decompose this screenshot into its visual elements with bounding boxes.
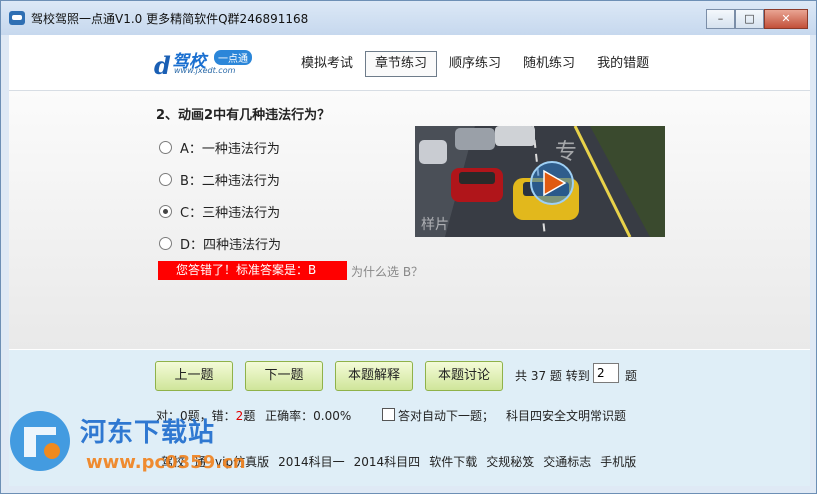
window-title: 驾校驾照一点通V1.0 更多精简软件Q群246891168 (31, 12, 309, 26)
jxedt-logo: d 驾校 一点通 www.jxedt.com (154, 47, 276, 80)
maximize-button[interactable]: □ (735, 9, 764, 29)
logo-url: www.jxedt.com (174, 66, 236, 75)
auto-next-checkbox[interactable] (382, 408, 395, 421)
option-c-radio[interactable] (159, 205, 172, 218)
explain-button[interactable]: 本题解释 (335, 361, 413, 391)
tab-my-mistakes[interactable]: 我的错题 (587, 51, 659, 77)
option-a-label: A：一种违法行为 (180, 142, 280, 157)
tab-random-practice[interactable]: 随机练习 (513, 51, 585, 77)
title-bar[interactable]: 驾校驾照一点通V1.0 更多精简软件Q群246891168 – □ ✕ (1, 1, 816, 35)
question-text: 2、动画2中有几种违法行为？ (156, 108, 331, 123)
total-label: 共 37 题 转到 (515, 369, 590, 383)
watermark-url: www.pc0359.cn (86, 452, 246, 473)
question-panel: 2、动画2中有几种违法行为？ A：一种违法行为 B：二种违法行为 C：三种违法行… (9, 91, 810, 349)
link-traffic-signs[interactable]: 交通标志 (543, 453, 591, 470)
auto-next-label[interactable]: 答对自动下一题； (398, 407, 494, 424)
option-a-radio[interactable] (159, 141, 172, 154)
close-button[interactable]: ✕ (764, 9, 808, 29)
car-icon (9, 11, 25, 25)
discuss-button[interactable]: 本题讨论 (425, 361, 503, 391)
option-c-label: C：三种违法行为 (180, 206, 281, 221)
animation-video[interactable]: 专 样片 (415, 126, 665, 237)
link-software-download[interactable]: 软件下载 (429, 453, 477, 470)
link-2014-subject-1[interactable]: 2014科目一 (278, 453, 345, 470)
option-d[interactable]: D：四种违法行为 (159, 234, 281, 253)
option-c[interactable]: C：三种违法行为 (159, 202, 280, 221)
video-caption: 样片 (421, 217, 449, 233)
option-b-label: B：二种违法行为 (180, 174, 280, 189)
subject-category: 科目四安全文明常识题 (506, 409, 627, 423)
option-d-radio[interactable] (159, 237, 172, 250)
option-b[interactable]: B：二种违法行为 (159, 170, 280, 189)
tab-mock-exam[interactable]: 模拟考试 (291, 51, 363, 77)
header: d 驾校 一点通 www.jxedt.com 模拟考试 章节练习 顺序练习 随机… (9, 35, 810, 91)
road-text: 专 (555, 140, 578, 165)
goto-input[interactable] (593, 363, 619, 383)
accuracy: 正确率：0.00% (265, 409, 352, 423)
wrong-unit: 题 (243, 409, 256, 423)
option-a[interactable]: A：一种违法行为 (159, 138, 280, 157)
logo-d: d (154, 51, 171, 80)
watermark-text: 河东下载站 (80, 418, 216, 448)
tab-chapter-practice[interactable]: 章节练习 (365, 51, 438, 77)
watermark-logo-icon (10, 411, 70, 471)
video-frame (415, 126, 665, 237)
minimize-button[interactable]: – (706, 9, 735, 29)
link-mobile[interactable]: 手机版 (600, 453, 636, 470)
nav-tabs: 模拟考试 章节练习 顺序练习 随机练习 我的错题 (291, 51, 661, 77)
link-2014-subject-4[interactable]: 2014科目四 (354, 453, 421, 470)
wrong-answer-banner: 您答错了！标准答案是：B (158, 261, 347, 280)
link-traffic-tips[interactable]: 交规秘笈 (486, 453, 534, 470)
tab-sequential-practice[interactable]: 顺序练习 (439, 51, 511, 77)
option-d-label: D：四种违法行为 (180, 238, 282, 253)
total-unit: 题 (625, 369, 638, 383)
option-b-radio[interactable] (159, 173, 172, 186)
prev-button[interactable]: 上一题 (155, 361, 233, 391)
logo-sub: 一点通 (214, 50, 252, 65)
why-link[interactable]: 为什么选 B？ (351, 263, 423, 280)
next-button[interactable]: 下一题 (245, 361, 323, 391)
